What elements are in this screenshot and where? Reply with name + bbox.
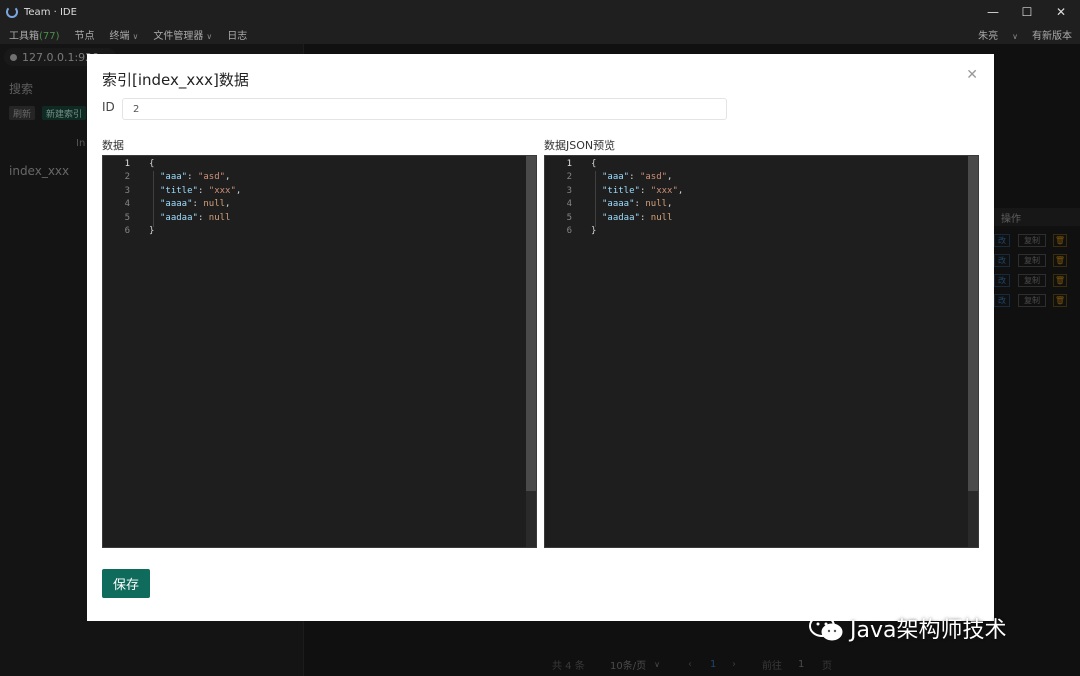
json-key: "aaaa" <box>160 199 193 210</box>
menu-file-manager[interactable]: 文件管理器 ∨ <box>153 27 212 42</box>
line-number: 2 <box>124 172 130 183</box>
code-text: "title": "xxx", <box>602 185 684 196</box>
code-text: } <box>149 226 155 237</box>
menu-bar: 工具箱(77) 节点 终端 ∨ 文件管理器 ∨ 日志 朱亮 ∨ 有新版本 <box>0 24 1080 44</box>
code-line: 3 "title": "xxx", <box>545 184 978 198</box>
menu-log[interactable]: 日志 <box>227 27 247 42</box>
json-key: "aaa" <box>602 172 630 183</box>
line-number: 3 <box>124 185 130 196</box>
code-text: { <box>591 158 597 169</box>
code-line: 3 "title": "xxx", <box>103 184 536 198</box>
save-button[interactable]: 保存 <box>102 569 150 598</box>
line-number: 5 <box>124 212 130 223</box>
json-value: null <box>208 212 231 223</box>
preview-label: 数据JSON预览 <box>544 139 616 152</box>
json-value: "xxx" <box>650 185 678 196</box>
json-value: "asd" <box>639 172 668 183</box>
line-number: 4 <box>124 199 130 210</box>
json-key: "title" <box>160 185 198 196</box>
code-line: 6} <box>103 225 536 239</box>
title-bar: Team · IDE — ☐ ✕ <box>0 0 1080 24</box>
id-input[interactable] <box>122 98 727 120</box>
menu-terminal-label: 终端 <box>109 30 130 42</box>
user-menu[interactable]: 朱亮 ∨ <box>964 27 1018 42</box>
json-editor[interactable]: 1{2 "aaa": "asd", 3 "title": "xxx", 4 "aaaa":… <box>102 155 537 548</box>
code-line: 1{ <box>545 157 978 171</box>
code-line: 5 "aadaa": null <box>545 211 978 225</box>
code-text: "aaaa": null, <box>160 199 231 210</box>
code-text: "aaaa": null, <box>602 199 673 210</box>
menu-terminal[interactable]: 终端 ∨ <box>110 27 139 42</box>
json-value: null <box>645 199 668 210</box>
code-line: 2 "aaa": "asd", <box>103 171 536 185</box>
line-number: 1 <box>566 158 572 169</box>
menubar-right: 朱亮 ∨ 有新版本 <box>950 24 1072 44</box>
code-line: 2 "aaa": "asd", <box>545 171 978 185</box>
json-value: "asd" <box>197 172 226 183</box>
chevron-down-icon: ∨ <box>132 31 139 41</box>
wechat-icon <box>809 615 843 641</box>
app-logo-icon <box>6 6 18 18</box>
chevron-down-icon: ∨ <box>1012 31 1018 41</box>
json-key: "title" <box>602 185 640 196</box>
chevron-down-icon: ∨ <box>206 31 213 41</box>
maximize-button[interactable]: ☐ <box>1009 0 1045 24</box>
json-key: "aaaa" <box>602 199 635 210</box>
code-line: 6} <box>545 225 978 239</box>
line-number: 6 <box>124 226 130 237</box>
id-label: ID <box>102 100 115 114</box>
minimize-button[interactable]: — <box>975 0 1011 24</box>
menu-toolbox[interactable]: 工具箱(77) <box>9 27 60 42</box>
line-number: 4 <box>566 199 572 210</box>
json-key: "aadaa" <box>160 212 198 223</box>
menu-toolbox-label: 工具箱 <box>9 30 39 42</box>
code-text: "aadaa": null <box>602 212 673 223</box>
menu-nodes[interactable]: 节点 <box>75 27 95 42</box>
close-icon[interactable]: ✕ <box>966 67 978 83</box>
code-text: "aadaa": null <box>160 212 231 223</box>
code-text: "title": "xxx", <box>160 185 242 196</box>
code-line: 4 "aaaa": null, <box>103 198 536 212</box>
line-number: 6 <box>566 226 572 237</box>
json-value: null <box>203 199 226 210</box>
menu-file-manager-label: 文件管理器 <box>153 30 204 42</box>
line-number: 1 <box>124 158 130 169</box>
line-number: 3 <box>566 185 572 196</box>
window-title: Team · IDE <box>24 6 77 18</box>
code-text: "aaa": "asd", <box>160 172 231 183</box>
user-name: 朱亮 <box>978 30 999 42</box>
code-text: } <box>591 226 597 237</box>
code-text: "aaa": "asd", <box>602 172 673 183</box>
code-line: 5 "aadaa": null <box>103 211 536 225</box>
line-number: 2 <box>566 172 572 183</box>
code-line: 1{ <box>103 157 536 171</box>
json-value: "xxx" <box>208 185 236 196</box>
code-line: 4 "aaaa": null, <box>545 198 978 212</box>
dialog-title: 索引[index_xxx]数据 <box>102 71 249 89</box>
json-value: null <box>650 212 673 223</box>
index-data-dialog: 索引[index_xxx]数据 ✕ ID 数据 数据JSON预览 1{2"aaa… <box>87 54 994 621</box>
close-window-button[interactable]: ✕ <box>1043 0 1079 24</box>
json-key: "aaa" <box>160 172 188 183</box>
line-number: 5 <box>566 212 572 223</box>
data-label: 数据 <box>102 139 124 152</box>
watermark-text: Java架构师技术 <box>850 618 1007 643</box>
code-text: { <box>149 158 155 169</box>
update-link[interactable]: 有新版本 <box>1032 27 1072 42</box>
json-key: "aadaa" <box>602 212 640 223</box>
json-preview: 1{2 "aaa": "asd", 3 "title": "xxx", 4 "aaaa":… <box>544 155 979 548</box>
watermark: Java架构师技术 <box>808 610 1006 646</box>
toolbox-count: (77) <box>39 30 60 42</box>
